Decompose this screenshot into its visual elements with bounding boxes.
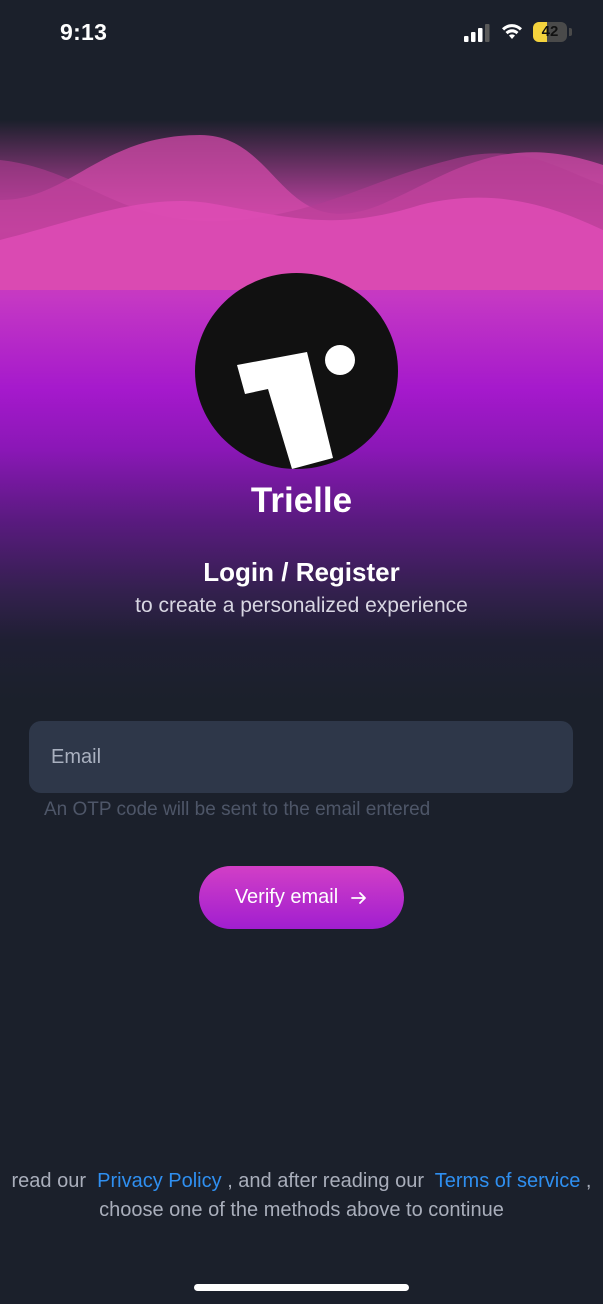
- decorative-waves: [0, 135, 603, 290]
- privacy-policy-link[interactable]: Privacy Policy: [97, 1170, 221, 1192]
- trielle-logo-icon: [195, 273, 398, 469]
- login-screen: 9:13 42 Trielle Login / Register to crea…: [0, 0, 603, 1304]
- wifi-icon: [502, 24, 522, 39]
- app-name: Trielle: [250, 481, 353, 520]
- legal-prefix: read our: [11, 1170, 87, 1192]
- terms-of-service-link[interactable]: Terms of service: [435, 1170, 581, 1192]
- battery-icon: 42: [533, 22, 573, 42]
- battery-level: 42: [541, 23, 559, 40]
- verify-email-label: Verify email: [234, 886, 339, 908]
- email-hint: An OTP code will be sent to the email en…: [44, 799, 431, 820]
- page-title: Login / Register: [203, 557, 400, 587]
- legal-text: read our Privacy Policy , and after read…: [0, 1167, 603, 1225]
- page-subtitle: to create a personalized experience: [135, 594, 468, 617]
- battery-cap: [569, 28, 572, 36]
- legal-middle: , and after reading our: [227, 1170, 424, 1192]
- email-field[interactable]: [29, 721, 573, 793]
- status-time: 9:13: [60, 19, 108, 45]
- arrow-right-icon: [351, 891, 367, 904]
- home-indicator[interactable]: [194, 1284, 409, 1291]
- verify-email-button[interactable]: Verify email: [199, 866, 404, 929]
- logo-mark: [237, 345, 355, 469]
- signal-icon: [464, 24, 490, 42]
- status-bar: 9:13 42: [0, 0, 603, 66]
- battery-body: 42: [533, 22, 567, 42]
